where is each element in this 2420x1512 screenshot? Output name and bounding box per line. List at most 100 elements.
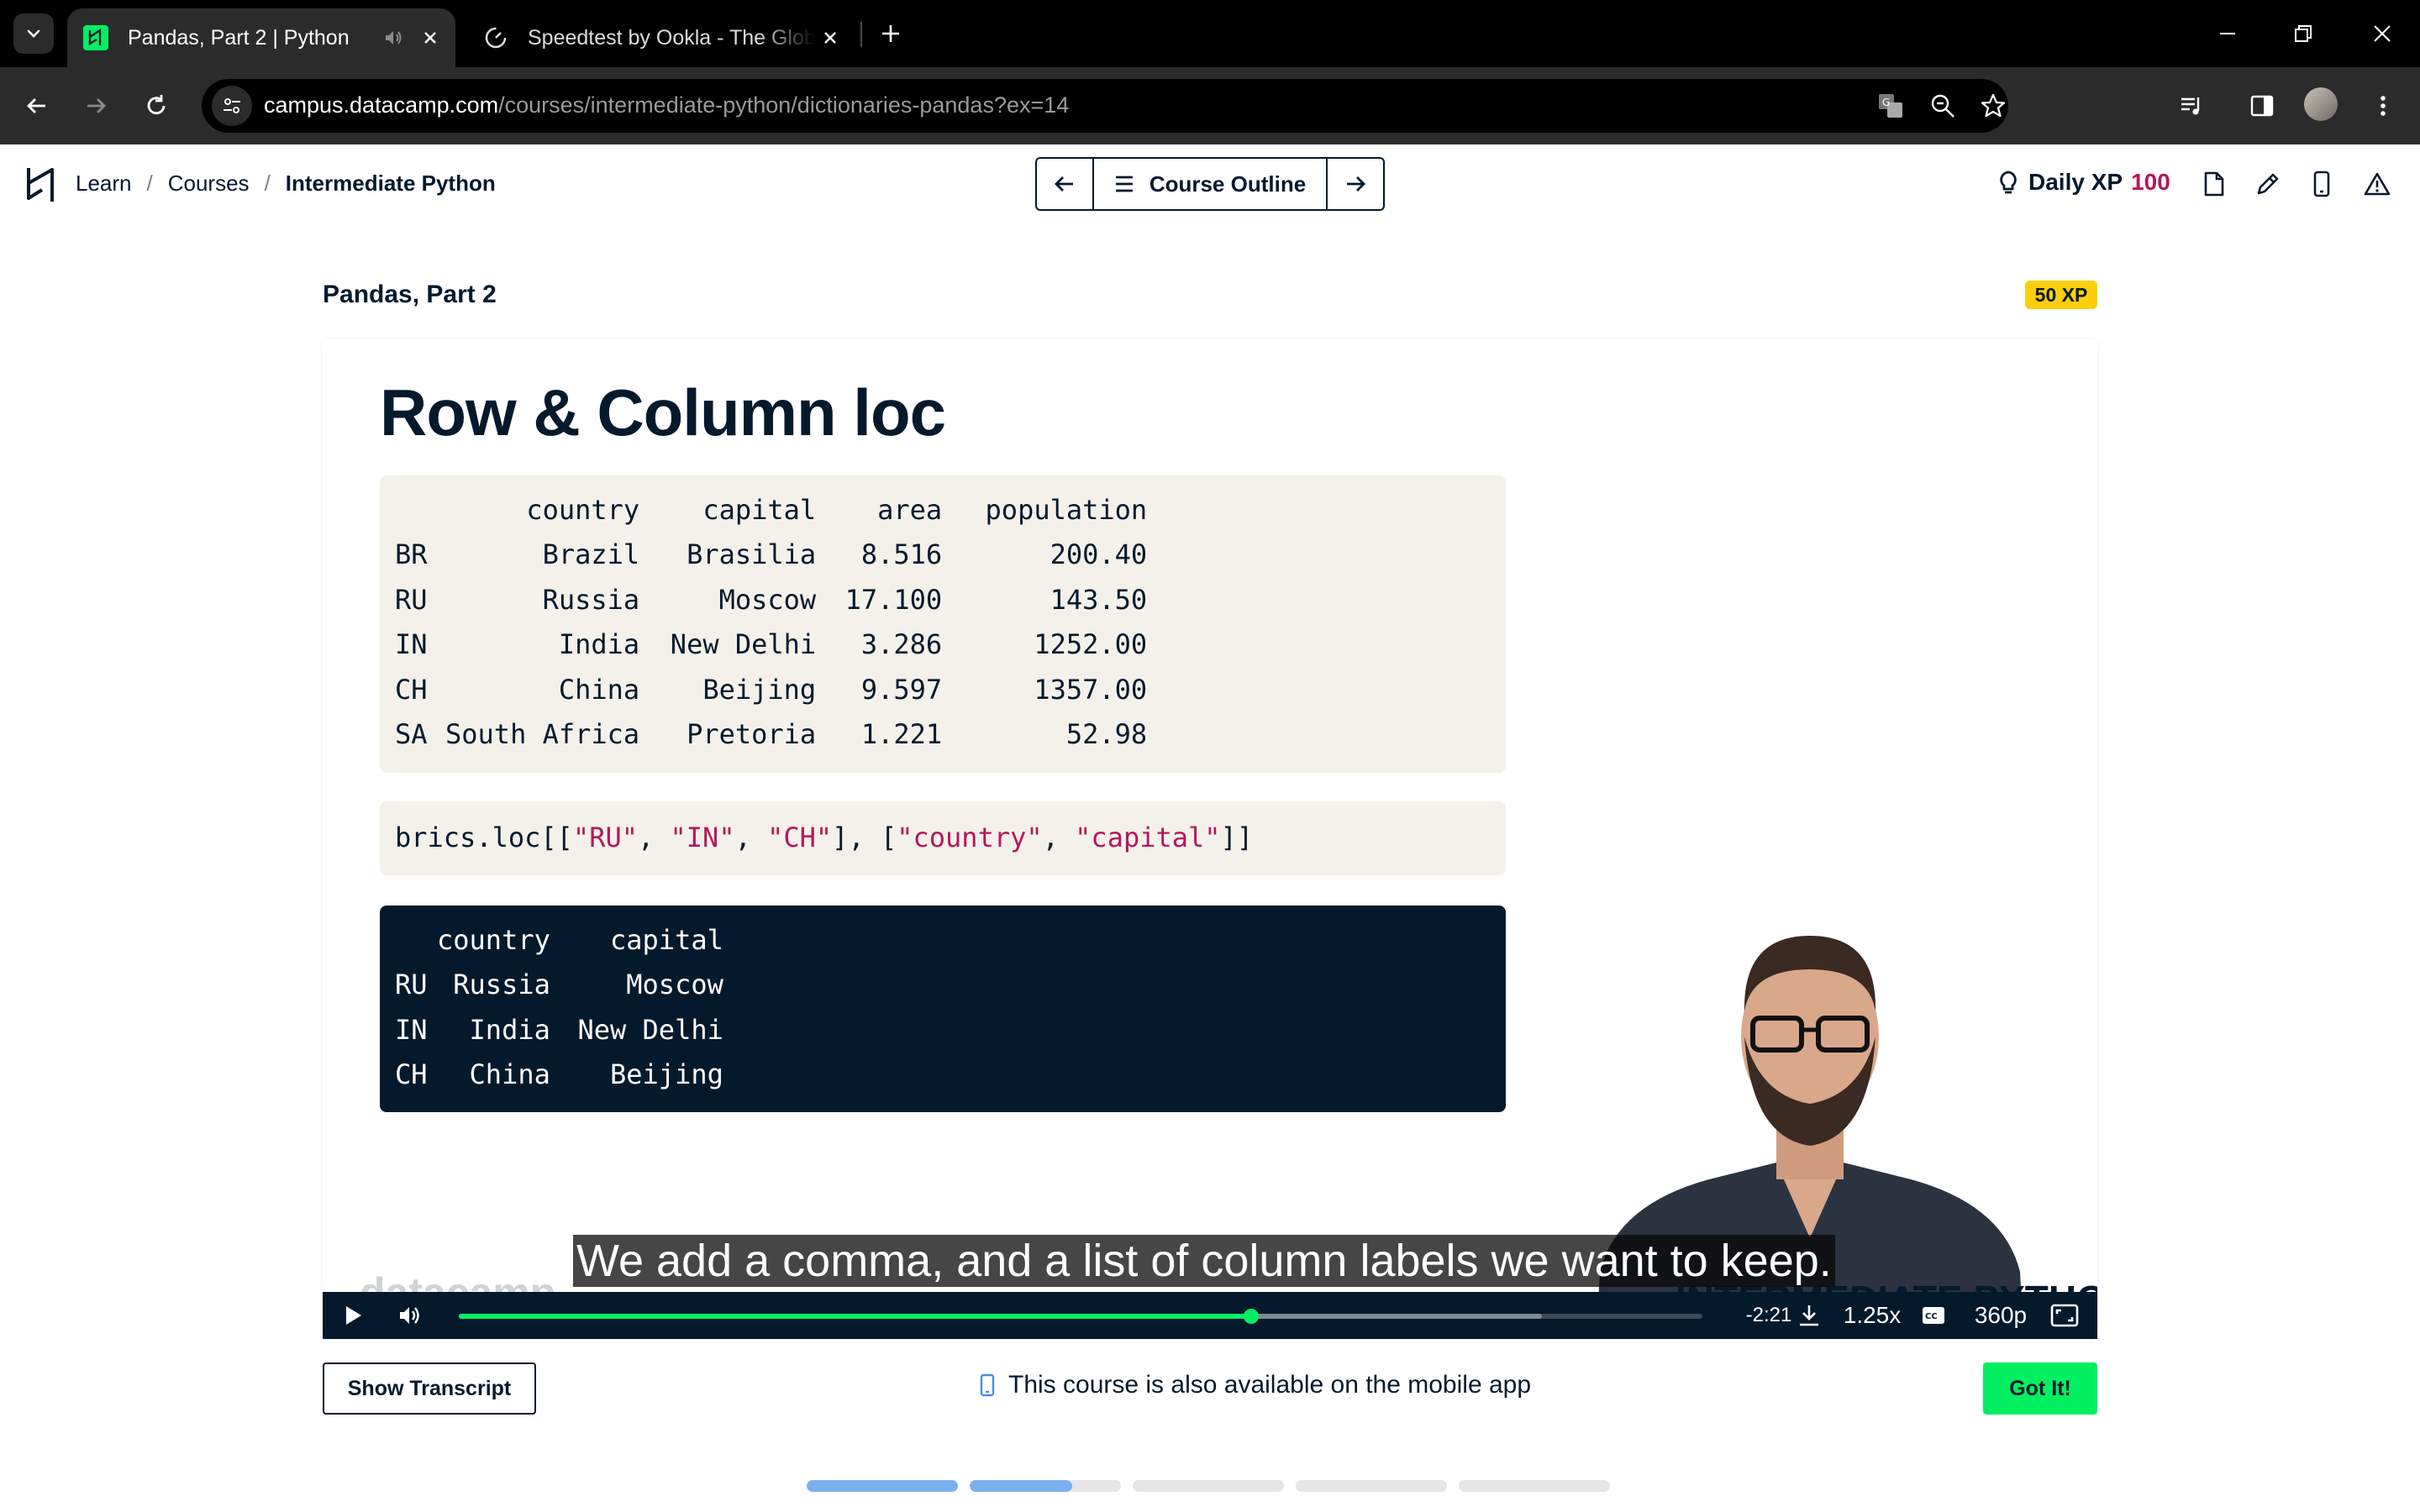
- zoom-icon[interactable]: [1926, 89, 1960, 123]
- breadcrumb-learn[interactable]: Learn: [76, 171, 132, 197]
- volume-button[interactable]: [392, 1299, 429, 1332]
- progress-step[interactable]: [1459, 1480, 1610, 1492]
- url-text[interactable]: campus.datacamp.com/courses/intermediate…: [264, 92, 1069, 118]
- breadcrumb-courses[interactable]: Courses: [168, 171, 250, 197]
- course-outline-button[interactable]: Course Outline: [1092, 159, 1328, 209]
- previous-exercise-button[interactable]: [1037, 159, 1092, 209]
- code-token: ,: [637, 822, 671, 853]
- chevron-down-icon: [27, 29, 40, 38]
- tab-search-button[interactable]: [13, 13, 54, 54]
- video-caption: We add a comma, and a list of column lab…: [573, 1235, 1835, 1287]
- table-row: IN India New Delhi 3.286 1252.00: [395, 622, 1147, 668]
- tab-pandas[interactable]: Pandas, Part 2 | Python: [67, 8, 455, 67]
- progress-step[interactable]: [807, 1480, 958, 1492]
- mobile-app-notice-text: This course is also available on the mob…: [1008, 1371, 1532, 1399]
- video-progress-bar[interactable]: [459, 1309, 1702, 1324]
- url-host: campus.datacamp.com: [264, 92, 499, 118]
- table-cell: China: [558, 673, 640, 706]
- breadcrumb-current[interactable]: Intermediate Python: [286, 171, 496, 197]
- table-cell: New Delhi: [577, 1013, 723, 1046]
- play-icon: [346, 1306, 361, 1325]
- next-exercise-button[interactable]: [1328, 159, 1383, 209]
- restore-button[interactable]: [2274, 8, 2333, 59]
- address-bar[interactable]: campus.datacamp.com/courses/intermediate…: [202, 79, 2008, 133]
- edit-pencil-icon[interactable]: [2252, 168, 2284, 200]
- back-button[interactable]: [15, 84, 59, 128]
- more-vertical-icon: [2381, 96, 2386, 116]
- table-cell: Beijing: [702, 673, 817, 706]
- code-string: "country": [897, 822, 1043, 853]
- playback-speed-button[interactable]: 1.25x: [1839, 1299, 1906, 1332]
- exercise-title: Pandas, Part 2: [323, 281, 497, 308]
- table-header-row: country capital: [395, 917, 723, 963]
- site-info-icon[interactable]: [212, 86, 252, 126]
- show-transcript-button[interactable]: Show Transcript: [323, 1362, 536, 1415]
- report-issue-warning-icon[interactable]: [2361, 168, 2393, 200]
- row-index: CH: [395, 673, 428, 706]
- table-cell: New Delhi: [670, 628, 817, 661]
- table-cell: 3.286: [860, 628, 943, 661]
- svg-text:G: G: [1882, 97, 1890, 108]
- table-cell: Pretoria: [687, 718, 817, 751]
- forward-button[interactable]: [74, 84, 118, 128]
- progress-step[interactable]: [1296, 1480, 1447, 1492]
- code-string: "IN": [670, 822, 735, 853]
- mobile-phone-icon[interactable]: [2306, 168, 2338, 200]
- speaker-muted-icon[interactable]: [378, 23, 408, 53]
- table-cell: India: [469, 1013, 550, 1046]
- plus-icon: [882, 25, 899, 42]
- new-tab-button[interactable]: [874, 17, 908, 50]
- quality-button[interactable]: 360p: [1965, 1299, 2037, 1332]
- close-tab-icon[interactable]: [415, 23, 445, 53]
- play-button[interactable]: [336, 1299, 370, 1332]
- dataframe-table: country capital area population BR Brazi…: [395, 487, 1147, 757]
- xp-badge: 50 XP: [2025, 281, 2097, 309]
- reload-button[interactable]: [134, 84, 178, 128]
- close-tab-icon[interactable]: [815, 23, 845, 53]
- minimize-button[interactable]: [2198, 8, 2257, 59]
- media-controls-button[interactable]: [2170, 84, 2213, 128]
- progress-step[interactable]: [1133, 1480, 1284, 1492]
- table-cell: Brazil: [542, 538, 640, 571]
- side-panel-button[interactable]: [2240, 84, 2284, 128]
- fullscreen-button[interactable]: [2045, 1299, 2084, 1332]
- datacamp-logo-icon[interactable]: [24, 165, 60, 205]
- row-index: RU: [395, 969, 428, 1001]
- browser-menu-button[interactable]: [2361, 84, 2405, 128]
- column-header: country: [437, 923, 550, 956]
- table-cell: 9.597: [860, 673, 943, 706]
- output-code-block: country capital RU Russia Moscow IN Indi…: [380, 906, 1506, 1112]
- code-token: ,: [1042, 822, 1076, 853]
- video-player[interactable]: Row & Column loc country capital area po…: [323, 339, 2097, 1339]
- download-button[interactable]: [1788, 1299, 1830, 1332]
- table-cell: 143.50: [1050, 583, 1148, 616]
- minimize-icon: [2220, 33, 2235, 34]
- datacamp-favicon-icon: [82, 24, 109, 51]
- code-string: "capital": [1075, 822, 1221, 853]
- closed-captions-button[interactable]: CC: [1914, 1299, 1953, 1332]
- table-cell: Russia: [453, 969, 550, 1001]
- translate-icon[interactable]: G: [1874, 89, 1907, 123]
- download-icon: [1800, 1305, 1818, 1326]
- progress-scrubber-handle[interactable]: [1243, 1309, 1259, 1324]
- svg-text:CC: CC: [1925, 1312, 1938, 1321]
- breadcrumb-separator: /: [146, 171, 153, 196]
- got-it-button[interactable]: Got It!: [1983, 1362, 2097, 1415]
- profile-avatar[interactable]: [2304, 87, 2338, 121]
- slide-title: Row & Column loc: [380, 375, 946, 449]
- tab-title: Pandas, Part 2 | Python: [128, 25, 350, 50]
- table-row: CH China Beijing: [395, 1053, 723, 1098]
- table-cell: Russia: [542, 583, 640, 616]
- close-window-button[interactable]: [2353, 8, 2412, 59]
- daily-xp[interactable]: Daily XP 100: [1996, 169, 2170, 196]
- progress-step[interactable]: [970, 1480, 1121, 1492]
- breadcrumb-separator: /: [264, 171, 271, 196]
- bookmark-star-icon[interactable]: [1976, 89, 2010, 123]
- table-cell: Moscow: [718, 583, 817, 616]
- tab-speedtest[interactable]: Speedtest by Ookla - The Global Broadban…: [467, 8, 855, 67]
- lightbulb-icon: [2000, 171, 2017, 194]
- loc-command: brics.loc[["RU", "IN", "CH"], ["country"…: [395, 822, 1253, 853]
- loc-command-code-block: brics.loc[["RU", "IN", "CH"], ["country"…: [380, 801, 1506, 875]
- daily-xp-label: Daily XP: [2028, 169, 2123, 195]
- slides-document-icon[interactable]: [2198, 168, 2230, 200]
